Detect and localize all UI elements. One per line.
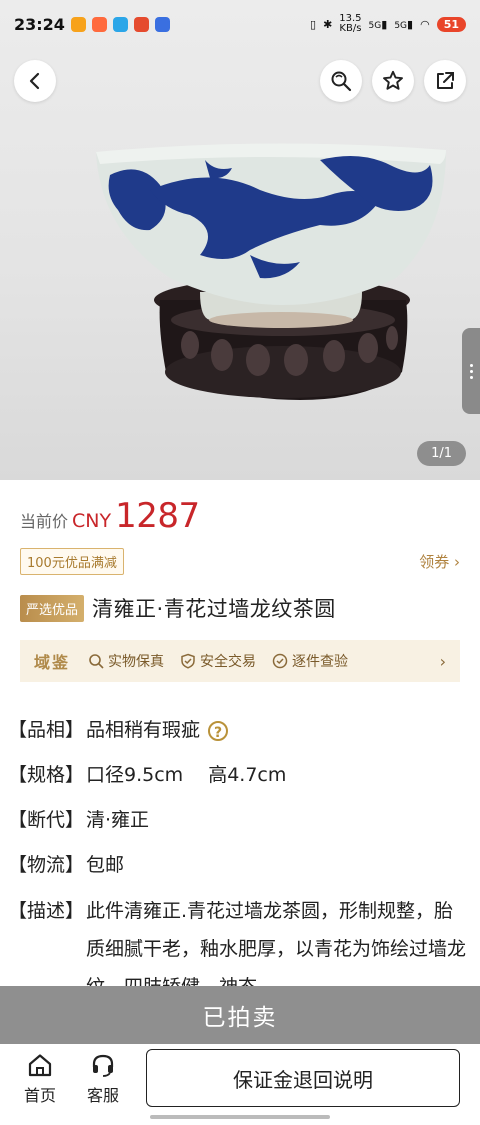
coupon-row: 100元优品满减 领券 ›: [20, 548, 460, 575]
info-key: 【物流】: [8, 854, 85, 876]
get-coupon-link[interactable]: 领券 ›: [419, 551, 460, 572]
info-row-shipping: 【物流】 包邮: [8, 847, 472, 883]
image-search-button[interactable]: [320, 60, 362, 102]
assurance-bar[interactable]: 域鉴 实物保真 安全交易 逐件查验 ›: [20, 640, 460, 682]
info-row-spec: 【规格】 口径9.5cm 高4.7cm: [8, 757, 472, 793]
home-icon: [28, 1054, 52, 1077]
info-key: 【断代】: [8, 809, 85, 831]
product-image-gallery[interactable]: 1/1: [0, 0, 480, 480]
home-indicator: [150, 1115, 330, 1119]
headset-icon: [92, 1054, 114, 1077]
check-circle-icon: [272, 653, 288, 669]
wifi-icon: ◠: [420, 17, 430, 31]
price-row: 当前价 CNY 1287: [20, 496, 200, 536]
app-notification-icon: [112, 16, 128, 32]
assurance-brand: 域鉴: [34, 653, 71, 672]
app-notification-icon: [133, 16, 149, 32]
info-key: 【品相】: [8, 719, 85, 741]
app-notification-icon: [91, 16, 107, 32]
info-row-dating: 【断代】 清·雍正: [8, 802, 472, 838]
battery-indicator: 51: [436, 16, 466, 32]
deposit-refund-button[interactable]: 保证金退回说明: [146, 1049, 460, 1107]
assurance-item-secure: 安全交易: [180, 651, 256, 671]
info-key: 【规格】: [8, 764, 85, 786]
back-button[interactable]: [14, 60, 56, 102]
price-label: 当前价: [20, 512, 69, 531]
product-title: 清雍正·青花过墙龙纹茶圆: [92, 597, 336, 621]
info-value: 品相稍有瑕疵?: [86, 712, 472, 748]
help-icon[interactable]: ?: [208, 720, 229, 741]
sold-status-bar: 已拍卖: [0, 986, 480, 1044]
info-value: 口径9.5cm 高4.7cm: [86, 764, 287, 786]
nav-customer-service[interactable]: 客服: [78, 1052, 128, 1106]
info-value: 清·雍正: [86, 809, 150, 831]
search-icon: [331, 71, 352, 92]
star-icon: [383, 70, 403, 90]
app-notification-icon: [70, 16, 86, 32]
price-currency: CNY: [72, 510, 112, 532]
share-button[interactable]: [424, 60, 466, 102]
product-title-row: 严选优品 清雍正·青花过墙龙纹茶圆: [20, 593, 336, 623]
price-value: 1287: [115, 496, 200, 536]
selected-badge: 严选优品: [20, 594, 85, 622]
status-bar: 23:24 ▯ ✱ 13.5 KB/s 5G▮ 5G▮ ◠ 51: [0, 0, 480, 48]
signal-1: 5G▮: [368, 17, 388, 31]
coupon-tag: 100元优品满减: [20, 548, 124, 575]
app-notification-icon: [154, 16, 170, 32]
vibrate-icon: ▯: [310, 17, 317, 31]
signal-2: 5G▮: [394, 17, 414, 31]
product-info-list: 【品相】 品相稍有瑕疵? 【规格】 口径9.5cm 高4.7cm 【断代】 清·…: [8, 712, 472, 1015]
bluetooth-icon: ✱: [323, 17, 333, 31]
chevron-left-icon: [29, 72, 40, 90]
chevron-right-icon: ›: [439, 651, 446, 671]
magnifier-icon: [89, 654, 104, 669]
nav-home[interactable]: 首页: [15, 1052, 65, 1106]
share-icon: [437, 72, 454, 89]
bottom-action-bar: 首页 客服 保证金退回说明: [0, 1044, 480, 1125]
status-time: 23:24: [14, 14, 65, 34]
favorite-button[interactable]: [372, 60, 414, 102]
net-speed: 13.5 KB/s: [339, 13, 362, 34]
image-counter: 1/1: [417, 441, 466, 466]
side-drawer-handle[interactable]: [462, 328, 480, 414]
shield-check-icon: [181, 653, 195, 669]
info-value: 包邮: [86, 854, 125, 876]
info-row-condition: 【品相】 品相稍有瑕疵?: [8, 712, 472, 748]
assurance-item-authentic: 实物保真: [88, 651, 164, 671]
assurance-item-inspect: 逐件查验: [272, 651, 348, 671]
